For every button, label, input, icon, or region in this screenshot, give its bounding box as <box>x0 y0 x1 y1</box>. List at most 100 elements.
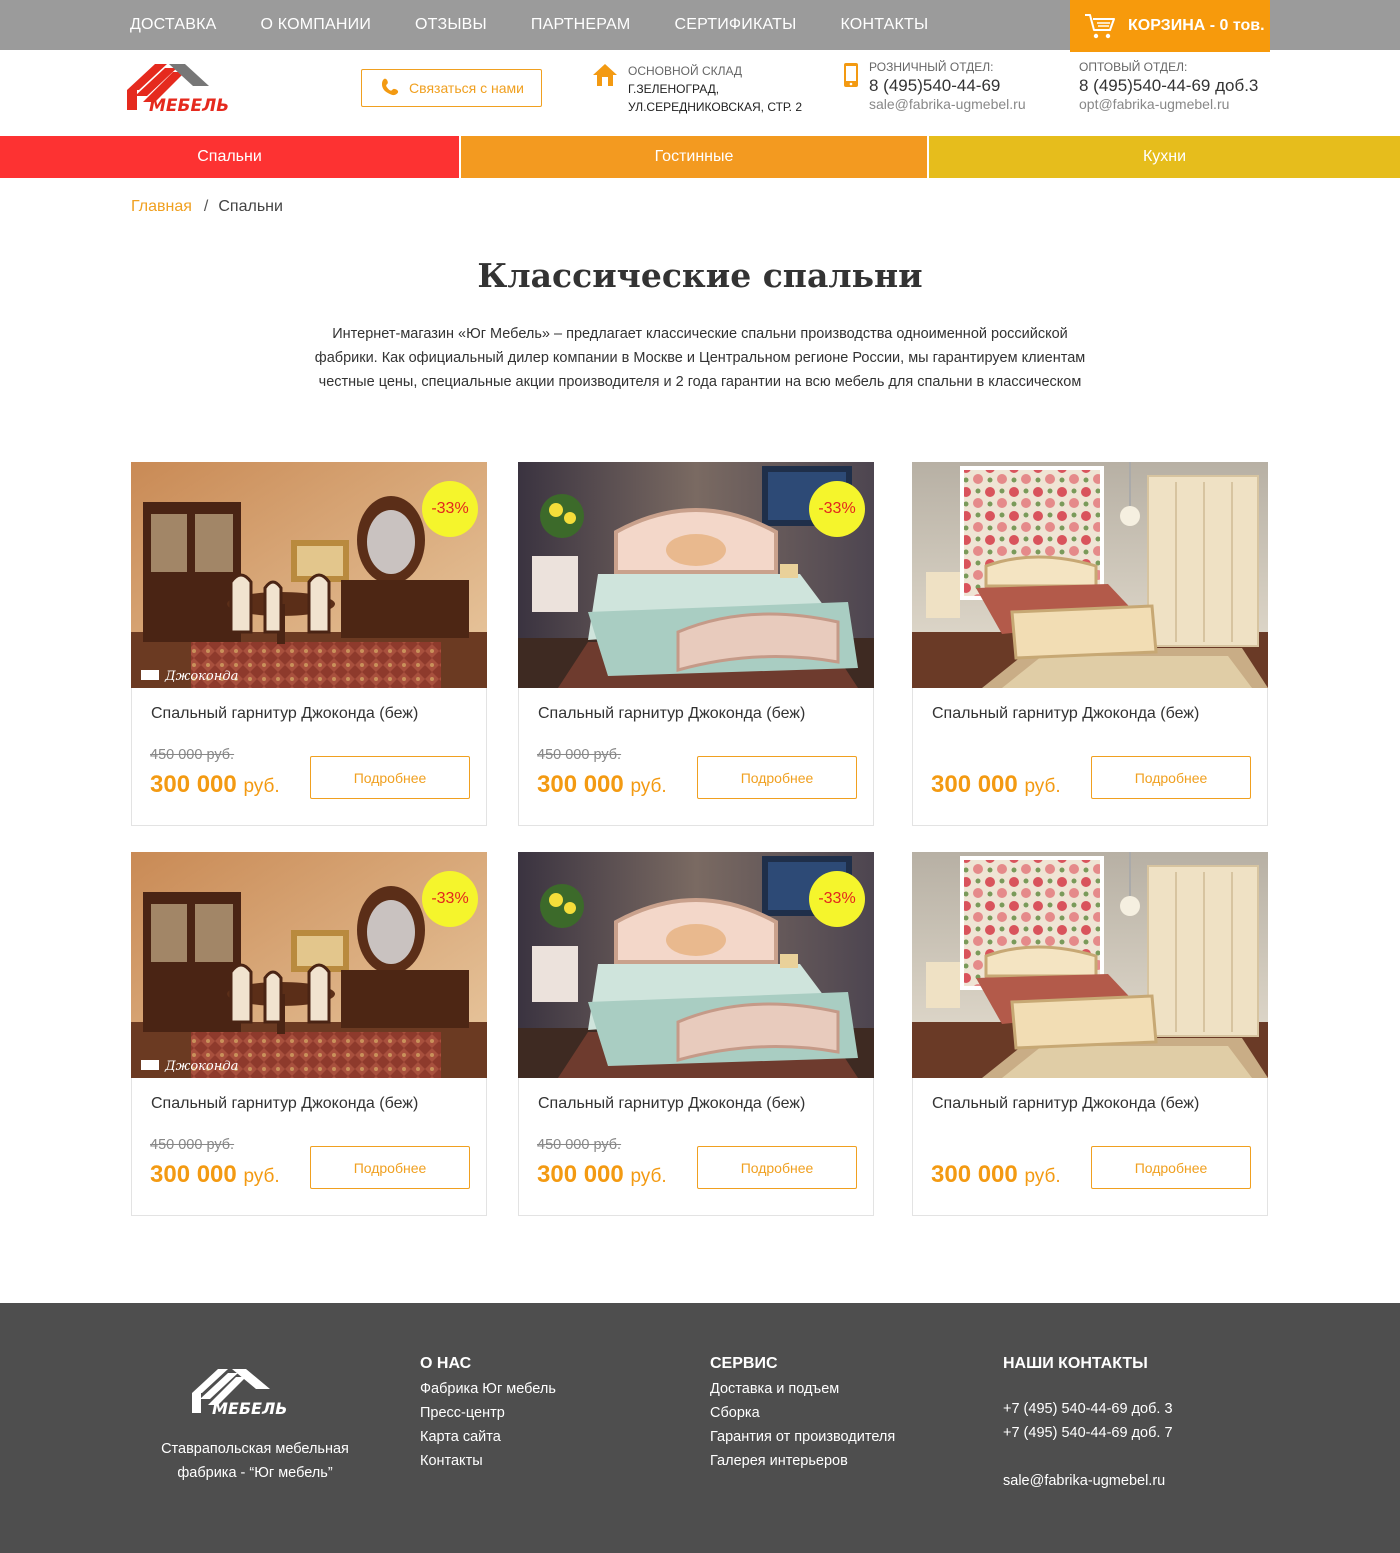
site-logo[interactable]: МЕБЕЛЬ <box>125 62 243 119</box>
product-old-price: 450 000 руб. <box>537 747 622 763</box>
product-name[interactable]: Спальный гарнитур Джоконда (беж) <box>151 705 418 723</box>
product-details-button[interactable]: Подробнее <box>310 756 470 799</box>
product-image[interactable] <box>912 462 1268 688</box>
discount-badge: -33% <box>422 481 478 537</box>
product-price-currency: руб. <box>1024 1166 1061 1187</box>
breadcrumb: Главная / Спальни <box>131 198 283 216</box>
product-details-button[interactable]: Подробнее <box>697 756 857 799</box>
top-nav-partners[interactable]: ПАРТНЕРАМ <box>531 16 631 34</box>
product-price: 300 000 руб. <box>537 1161 667 1189</box>
product-price-currency: руб. <box>1024 776 1061 797</box>
discount-badge: -33% <box>422 871 478 927</box>
product-old-price: 450 000 руб. <box>537 1137 622 1153</box>
wholesale-phone[interactable]: 8 (495)540-44-69 доб.3 <box>1079 76 1279 96</box>
warehouse-line2: УЛ.СЕРЕДНИКОВСКАЯ, СТР. 2 <box>628 100 802 114</box>
product-price-value: 300 000 <box>537 771 624 798</box>
discount-badge: -33% <box>809 481 865 537</box>
retail-email[interactable]: sale@fabrika-ugmebel.ru <box>869 96 1069 112</box>
product-card[interactable]: Джоконда -33% Спальный гарнитур Джоконда (… <box>131 852 487 1216</box>
product-price-value: 300 000 <box>931 771 1018 798</box>
product-card[interactable]: Спальный гарнитур Джоконда (беж) 300 000 … <box>912 852 1268 1216</box>
product-price-currency: руб. <box>630 776 667 797</box>
svg-text:МЕБЕЛЬ: МЕБЕЛЬ <box>212 1399 287 1417</box>
top-nav-certificates[interactable]: СЕРТИФИКАТЫ <box>674 16 796 34</box>
product-details-button[interactable]: Подробнее <box>1091 1146 1251 1189</box>
footer-about: О НАС Фабрика Юг мебель Пресс-центр Карт… <box>420 1355 556 1473</box>
product-card[interactable]: -33% Спальный гарнитур Джоконда (беж) 450 … <box>518 462 874 826</box>
top-nav-contacts[interactable]: КОНТАКТЫ <box>840 16 928 34</box>
footer-link-press[interactable]: Пресс-центр <box>420 1401 556 1425</box>
product-price: 300 000 руб. <box>150 771 280 799</box>
cart-button[interactable]: КОРЗИНА - 0 тов. <box>1070 0 1270 52</box>
footer-phone-2[interactable]: +7 (495) 540-44-69 доб. 7 <box>1003 1421 1173 1445</box>
phone-icon <box>382 78 399 96</box>
photo-caption: Джоконда <box>164 1059 238 1074</box>
product-details-button[interactable]: Подробнее <box>1091 756 1251 799</box>
retail-phone[interactable]: 8 (495)540-44-69 <box>869 76 1069 96</box>
page-intro: Интернет-магазин «Юг Мебель» – предлагае… <box>314 326 1086 390</box>
footer-link-factory[interactable]: Фабрика Юг мебель <box>420 1377 556 1401</box>
product-details-button[interactable]: Подробнее <box>310 1146 470 1189</box>
product-price-value: 300 000 <box>537 1161 624 1188</box>
footer-email[interactable]: sale@fabrika-ugmebel.ru <box>1003 1469 1173 1493</box>
contact-us-button[interactable]: Связаться с нами <box>361 69 542 107</box>
footer-logo[interactable]: МЕБЕЛЬ <box>190 1367 304 1422</box>
top-nav-reviews[interactable]: ОТЗЫВЫ <box>415 16 487 34</box>
discount-badge: -33% <box>809 871 865 927</box>
product-card[interactable]: Спальный гарнитур Джоконда (беж) 300 000 … <box>912 462 1268 826</box>
footer-description: Ставрапольская мебельная фабрика - “Юг м… <box>161 1441 349 1481</box>
footer-link-gallery[interactable]: Галерея интерьеров <box>710 1449 895 1473</box>
footer-phone-1[interactable]: +7 (495) 540-44-69 доб. 3 <box>1003 1397 1173 1421</box>
cart-label: КОРЗИНА - 0 тов. <box>1128 17 1265 34</box>
footer-link-contacts[interactable]: Контакты <box>420 1449 556 1473</box>
footer-link-warranty[interactable]: Гарантия от производителя <box>710 1425 895 1449</box>
warehouse-line1: Г.ЗЕЛЕНОГРАД, <box>628 82 720 96</box>
page-title: Классические спальни <box>477 256 923 295</box>
product-name[interactable]: Спальный гарнитур Джоконда (беж) <box>538 705 805 723</box>
product-price-currency: руб. <box>243 1166 280 1187</box>
top-bar: ДОСТАВКА О КОМПАНИИ ОТЗЫВЫ ПАРТНЕРАМ СЕР… <box>0 0 1400 52</box>
wholesale-info: ОПТОВЫЙ ОТДЕЛ: 8 (495)540-44-69 доб.3 op… <box>1079 60 1279 112</box>
footer-link-sitemap[interactable]: Карта сайта <box>420 1425 556 1449</box>
product-name[interactable]: Спальный гарнитур Джоконда (беж) <box>932 1095 1199 1113</box>
footer-contacts-title: НАШИ КОНТАКТЫ <box>1003 1355 1148 1372</box>
retail-label: РОЗНИЧНЫЙ ОТДЕЛ: <box>869 60 994 74</box>
top-nav-delivery[interactable]: ДОСТАВКА <box>130 16 216 34</box>
svg-text:МЕБЕЛЬ: МЕБЕЛЬ <box>149 96 229 114</box>
product-price-value: 300 000 <box>150 771 237 798</box>
product-name[interactable]: Спальный гарнитур Джоконда (беж) <box>151 1095 418 1113</box>
breadcrumb-separator: / <box>203 198 209 215</box>
cart-icon <box>1085 14 1115 39</box>
product-price-value: 300 000 <box>150 1161 237 1188</box>
top-nav-about[interactable]: О КОМПАНИИ <box>260 16 371 34</box>
product-card[interactable]: Джоконда -33% Спальный гарнитур Джоконда (… <box>131 462 487 826</box>
mobile-icon <box>844 63 858 87</box>
footer-link-assembly[interactable]: Сборка <box>710 1401 895 1425</box>
product-details-button[interactable]: Подробнее <box>697 1146 857 1189</box>
category-bedrooms[interactable]: Спальни <box>0 136 459 178</box>
footer-contacts: НАШИ КОНТАКТЫ +7 (495) 540-44-69 доб. 3 … <box>1003 1355 1173 1493</box>
wholesale-email[interactable]: opt@fabrika-ugmebel.ru <box>1079 96 1279 112</box>
category-bar: Спальни Гостинные Кухни <box>0 136 1400 178</box>
warehouse-label: ОСНОВНОЙ СКЛАД <box>628 64 743 78</box>
home-icon <box>593 64 617 86</box>
footer-about-title: О НАС <box>420 1355 472 1372</box>
product-price: 300 000 руб. <box>150 1161 280 1189</box>
product-old-price: 450 000 руб. <box>150 747 235 763</box>
category-kitchens[interactable]: Кухни <box>929 136 1400 178</box>
product-name[interactable]: Спальный гарнитур Джоконда (беж) <box>932 705 1199 723</box>
footer-service: СЕРВИС Доставка и подъем Сборка Гарантия… <box>710 1355 895 1473</box>
category-living-rooms[interactable]: Гостинные <box>461 136 927 178</box>
product-price-currency: руб. <box>630 1166 667 1187</box>
contact-us-label: Связаться с нами <box>409 80 524 96</box>
photo-caption: Джоконда <box>164 669 238 684</box>
product-price: 300 000 руб. <box>537 771 667 799</box>
product-price: 300 000 руб. <box>931 1161 1061 1189</box>
product-card[interactable]: -33% Спальный гарнитур Джоконда (беж) 450 … <box>518 852 874 1216</box>
product-photo-bedroom-floral <box>912 462 1268 688</box>
breadcrumb-home[interactable]: Главная <box>131 198 192 215</box>
wholesale-label: ОПТОВЫЙ ОТДЕЛ: <box>1079 60 1188 74</box>
footer-link-delivery[interactable]: Доставка и подъем <box>710 1377 895 1401</box>
product-name[interactable]: Спальный гарнитур Джоконда (беж) <box>538 1095 805 1113</box>
product-image[interactable] <box>912 852 1268 1078</box>
